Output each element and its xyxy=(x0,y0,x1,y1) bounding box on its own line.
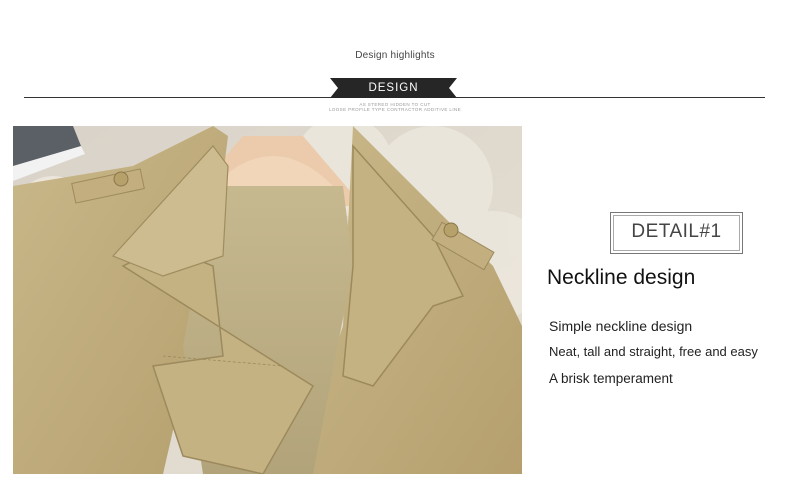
header-tagline: AS STEREO HIDDEN TO CUT LOOSE PROFILE TY… xyxy=(0,102,790,112)
detail-line-3: A brisk temperament xyxy=(549,371,673,386)
detail-line-1: Simple neckline design xyxy=(549,318,693,334)
trench-coat-collar-image xyxy=(13,126,522,474)
badge-label: DESIGN xyxy=(368,82,419,94)
detail-number-badge: DETAIL#1 xyxy=(610,212,743,254)
detail-badge-label: DETAIL#1 xyxy=(631,221,722,242)
design-badge: DESIGN xyxy=(330,78,457,98)
product-photo xyxy=(13,126,522,474)
detail-line-2: Neat, tall and straight, free and easy xyxy=(549,344,758,359)
section-subtitle: Design highlights xyxy=(355,50,435,61)
tagline-line-2: LOOSE PROFILE TYPE CONTRACTOR ADDITIVE L… xyxy=(328,107,462,112)
detail-heading: Neckline design xyxy=(547,266,696,289)
